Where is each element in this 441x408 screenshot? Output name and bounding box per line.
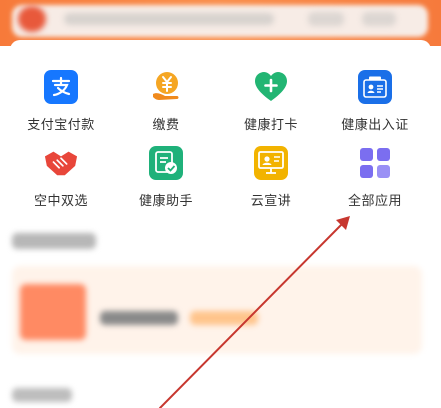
- annotation-arrow: [159, 216, 350, 408]
